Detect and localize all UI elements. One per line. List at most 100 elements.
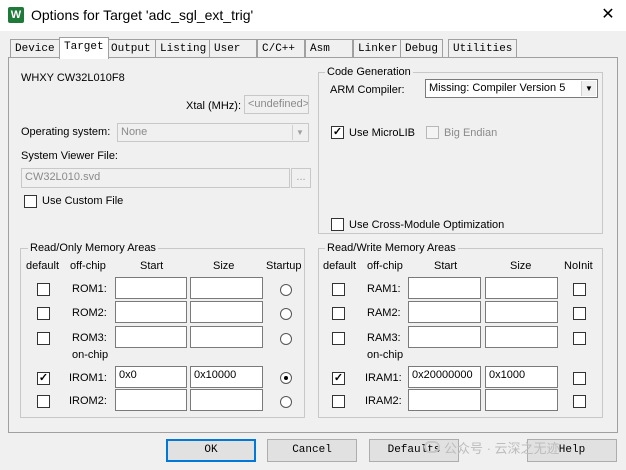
rom-header-offchip: off-chip [70,260,106,272]
ram3-label: RAM3: [367,332,401,344]
tab-user[interactable]: User [209,39,257,57]
rom2-start-field[interactable] [115,301,187,323]
rom-header-start: Start [140,260,164,272]
device-name: WHXY CW32L010F8 [21,72,125,84]
irom1-start-field[interactable]: 0x0 [115,366,187,388]
rom1-default-checkbox[interactable] [37,283,50,296]
cancel-button[interactable]: Cancel [267,439,357,462]
irom2-start-field[interactable] [115,389,187,411]
rom1-label: ROM1: [72,283,107,295]
code-generation-title: Code Generation [325,66,413,78]
watermark-text: 公众号 · 云深之无迹 [444,441,560,456]
close-button[interactable]: ✕ [590,0,626,31]
tab-listing[interactable]: Listing [155,39,212,57]
ram3-default-checkbox[interactable] [332,332,345,345]
iram1-label: IRAM1: [365,372,402,384]
iram2-label: IRAM2: [365,395,402,407]
use-microlib-checkbox[interactable]: ✓ [331,126,344,139]
ram-header-offchip: off-chip [367,260,403,272]
cross-module-checkbox[interactable] [331,218,344,231]
rom2-default-checkbox[interactable] [37,307,50,320]
rom-areas-title: Read/Only Memory Areas [28,242,158,254]
ram1-default-checkbox[interactable] [332,283,345,296]
ram1-noinit-checkbox[interactable] [573,283,586,296]
cross-module-label: Use Cross-Module Optimization [349,219,505,231]
big-endian-label: Big Endian [444,127,498,139]
irom2-default-checkbox[interactable] [37,395,50,408]
irom2-startup-radio[interactable] [280,396,292,408]
irom2-size-field[interactable] [190,389,263,411]
ram2-label: RAM2: [367,307,401,319]
ram2-start-field[interactable] [408,301,481,323]
rom1-start-field[interactable] [115,277,187,299]
rom3-startup-radio[interactable] [280,333,292,345]
rom-onchip-label: on-chip [72,349,109,361]
ram2-noinit-checkbox[interactable] [573,307,586,320]
iram2-noinit-checkbox[interactable] [573,395,586,408]
chevron-down-icon: ▼ [581,81,596,96]
tab-linker[interactable]: Linker [353,39,403,57]
ok-button[interactable]: OK [166,439,256,462]
ram-header-size: Size [510,260,532,272]
rom2-label: ROM2: [72,307,107,319]
ram3-start-field[interactable] [408,326,481,348]
ram2-default-checkbox[interactable] [332,307,345,320]
tab-device[interactable]: Device [10,39,60,57]
ram-areas-title: Read/Write Memory Areas [325,242,458,254]
iram1-start-field[interactable]: 0x20000000 [408,366,481,388]
ram3-noinit-checkbox[interactable] [573,332,586,345]
xtal-field[interactable]: <undefined> [244,95,309,114]
ram-header-noinit: NoInit [564,260,593,272]
os-select[interactable]: None ▼ [117,123,309,142]
ram1-label: RAM1: [367,283,401,295]
tab-asm[interactable]: Asm [305,39,353,57]
arm-compiler-select[interactable]: Missing: Compiler Version 5 ▼ [425,79,598,98]
chevron-down-icon: ▼ [292,125,307,140]
app-icon: W [8,7,24,23]
rom1-startup-radio[interactable] [280,284,292,296]
rom3-start-field[interactable] [115,326,187,348]
tab-output[interactable]: Output [106,39,156,57]
tab-cpp[interactable]: C/C++ [257,39,305,57]
iram2-start-field[interactable] [408,389,481,411]
ram2-size-field[interactable] [485,301,558,323]
window-title: Options for Target 'adc_sgl_ext_trig' [31,7,254,23]
ram1-start-field[interactable] [408,277,481,299]
os-label: Operating system: [21,126,111,138]
svd-field[interactable]: CW32L010.svd [21,168,290,188]
ram1-size-field[interactable] [485,277,558,299]
irom1-label: IROM1: [69,372,107,384]
iram2-default-checkbox[interactable] [332,395,345,408]
ram3-size-field[interactable] [485,326,558,348]
iram2-size-field[interactable] [485,389,558,411]
irom1-default-checkbox[interactable]: ✓ [37,372,50,385]
use-microlib-label: Use MicroLIB [349,127,416,139]
tab-target[interactable]: Target [59,37,109,59]
tab-debug[interactable]: Debug [400,39,444,57]
tab-utilities[interactable]: Utilities [448,39,518,57]
rom2-size-field[interactable] [190,301,263,323]
rom2-startup-radio[interactable] [280,308,292,320]
iram1-size-field[interactable]: 0x1000 [485,366,558,388]
os-value: None [121,126,148,138]
big-endian-checkbox[interactable] [426,126,439,139]
use-custom-file-label: Use Custom File [42,195,124,207]
rom3-default-checkbox[interactable] [37,332,50,345]
irom1-size-field[interactable]: 0x10000 [190,366,263,388]
rom-header-startup: Startup [266,260,302,272]
rom3-label: ROM3: [72,332,107,344]
rom1-size-field[interactable] [190,277,263,299]
rom-header-default: default [26,260,60,272]
irom1-startup-radio[interactable] [280,372,292,384]
rom3-size-field[interactable] [190,326,263,348]
iram1-noinit-checkbox[interactable] [573,372,586,385]
arm-compiler-value: Missing: Compiler Version 5 [429,82,566,94]
svd-browse-button[interactable]: ... [291,168,311,188]
ram-header-default: default [323,260,357,272]
use-custom-file-checkbox[interactable] [24,195,37,208]
iram1-default-checkbox[interactable]: ✓ [332,372,345,385]
arm-compiler-label: ARM Compiler: [330,84,405,96]
ram-onchip-label: on-chip [367,349,404,361]
svd-label: System Viewer File: [21,150,118,162]
xtal-label: Xtal (MHz): [186,100,241,112]
